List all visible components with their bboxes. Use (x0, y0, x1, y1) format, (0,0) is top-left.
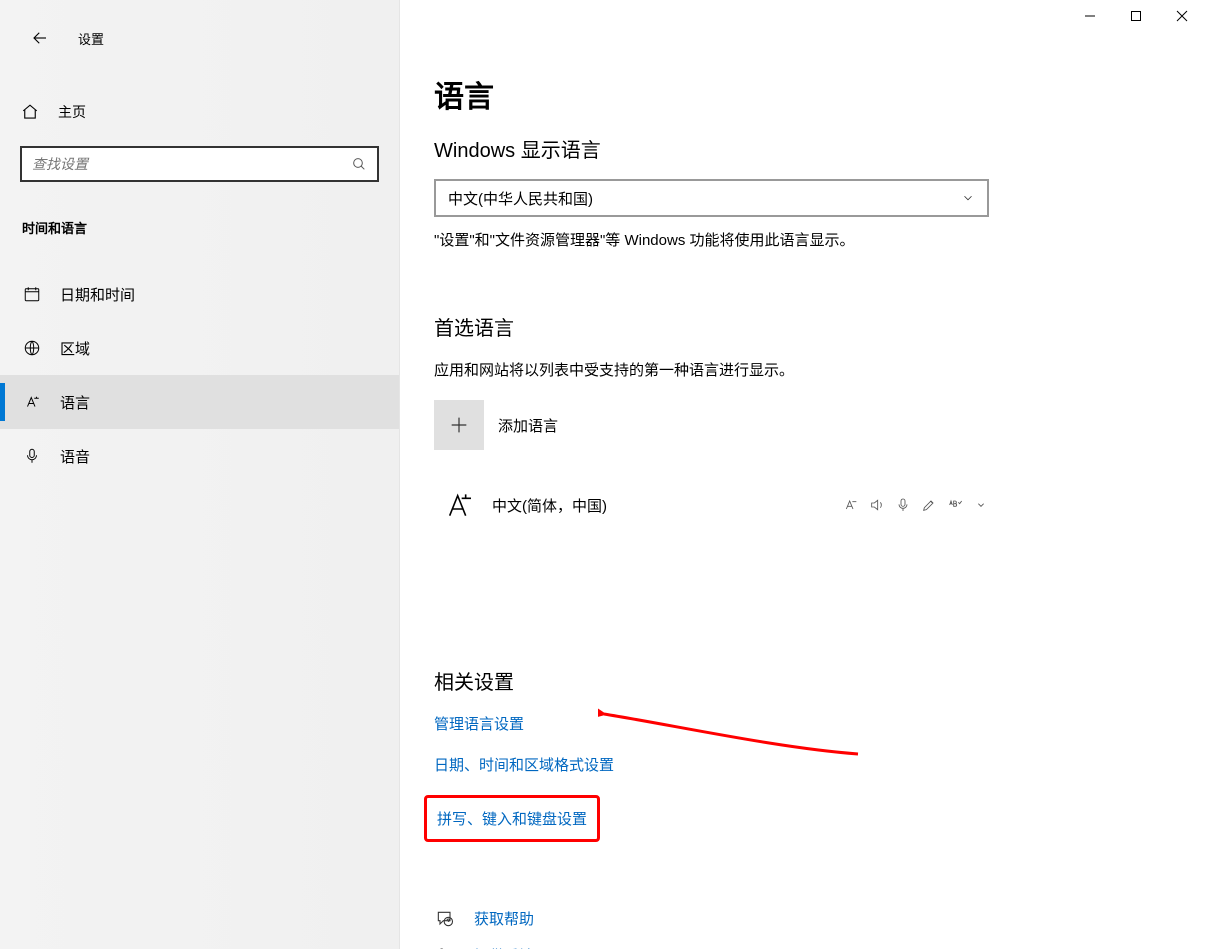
back-button[interactable] (20, 18, 60, 58)
add-language-button[interactable]: 添加语言 (434, 400, 1165, 450)
nav-label: 日期和时间 (60, 284, 135, 305)
language-item[interactable]: 中文(简体，中国) (434, 474, 989, 536)
handwriting-feature-icon (921, 497, 937, 513)
nav-item-speech[interactable]: 语音 (0, 429, 399, 483)
chevron-down-icon (961, 191, 975, 205)
nav-item-date-time[interactable]: 日期和时间 (0, 267, 399, 321)
page-title: 语言 (434, 72, 1165, 116)
preferred-language-heading: 首选语言 (434, 312, 1165, 341)
search-input-wrapper[interactable] (20, 146, 379, 182)
header-row: 设置 (0, 10, 399, 66)
link-spell-keyboard[interactable]: 拼写、键入和键盘设置 (424, 795, 600, 842)
nav-label: 语言 (60, 392, 90, 413)
give-feedback-label: 提供反馈 (474, 945, 534, 949)
home-nav-item[interactable]: 主页 (0, 92, 399, 132)
nav-group-title: 时间和语言 (0, 218, 399, 237)
home-icon (20, 103, 40, 121)
nav-item-region[interactable]: 区域 (0, 321, 399, 375)
display-language-value: 中文(中华人民共和国) (448, 188, 593, 209)
language-item-name: 中文(简体，中国) (492, 495, 607, 516)
search-input[interactable] (22, 156, 341, 172)
language-feature-icons (843, 497, 989, 513)
display-language-description: "设置"和"文件资源管理器"等 Windows 功能将使用此语言显示。 (434, 229, 1134, 250)
nav-label: 区域 (60, 338, 90, 359)
language-item-left: 中文(简体，中国) (434, 480, 607, 530)
maximize-button[interactable] (1113, 0, 1159, 32)
link-date-region-format[interactable]: 日期、时间和区域格式设置 (434, 754, 1165, 775)
feedback-icon (434, 946, 456, 949)
speech-feature-icon (895, 497, 911, 513)
search-icon (341, 156, 377, 172)
home-label: 主页 (58, 102, 86, 122)
help-icon (434, 909, 456, 929)
language-a-icon (434, 480, 484, 530)
tts-feature-icon (869, 497, 885, 513)
give-feedback-link[interactable]: 提供反馈 (434, 945, 1165, 949)
app-title: 设置 (78, 29, 104, 48)
globe-icon (22, 339, 42, 357)
link-admin-language[interactable]: 管理语言设置 (434, 713, 1165, 734)
display-language-dropdown[interactable]: 中文(中华人民共和国) (434, 179, 989, 217)
get-help-label: 获取帮助 (474, 908, 534, 929)
window-controls (1067, 0, 1205, 32)
add-language-label: 添加语言 (498, 415, 558, 436)
microphone-icon (22, 447, 42, 465)
language-a-icon (22, 393, 42, 411)
plus-icon (434, 400, 484, 450)
minimize-button[interactable] (1067, 0, 1113, 32)
related-settings-heading: 相关设置 (434, 666, 1165, 695)
nav-item-language[interactable]: 语言 (0, 375, 399, 429)
search-container (0, 146, 399, 182)
display-feature-icon (843, 497, 859, 513)
main-content: 语言 Windows 显示语言 中文(中华人民共和国) "设置"和"文件资源管理… (400, 0, 1205, 949)
get-help-link[interactable]: 获取帮助 (434, 908, 1165, 929)
nav-label: 语音 (60, 446, 90, 467)
preferred-language-description: 应用和网站将以列表中受支持的第一种语言进行显示。 (434, 359, 1134, 380)
spellcheck-feature-icon (947, 497, 963, 513)
close-button[interactable] (1159, 0, 1205, 32)
display-language-heading: Windows 显示语言 (434, 134, 1165, 163)
options-down-icon (973, 497, 989, 513)
sidebar: 设置 主页 时间和语言 日期和时间 (0, 0, 400, 949)
calendar-icon (22, 285, 42, 303)
